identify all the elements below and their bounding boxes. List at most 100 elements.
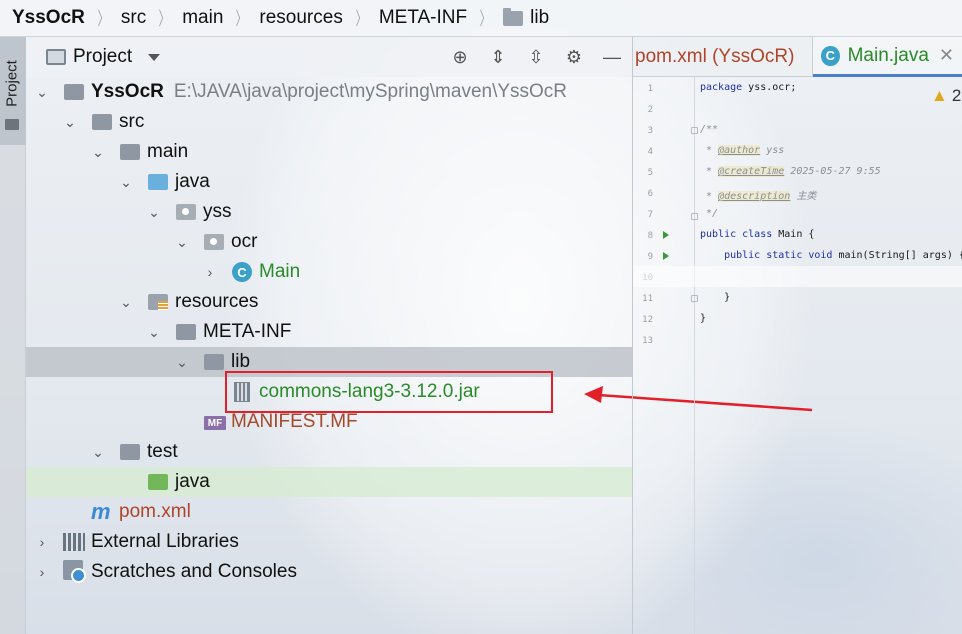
tree-node-pom[interactable]: m pom.xml	[26, 497, 633, 527]
tree-node-label: Scratches and Consoles	[91, 561, 297, 582]
project-panel-header: Project ⊕ ⇕ ⇳ ⚙ —	[26, 37, 633, 77]
breadcrumb-item-main[interactable]: main	[182, 7, 223, 29]
tree-node-scratches[interactable]: › Scratches and Consoles	[26, 557, 633, 587]
breadcrumb-item-yssocr[interactable]: YssOcR	[12, 7, 85, 29]
tree-node-main-class[interactable]: › C Main	[26, 257, 633, 287]
code-line: /**	[700, 124, 719, 135]
line-number: 8	[647, 231, 653, 241]
tree-node-ocr[interactable]: ⌄ ocr	[26, 227, 633, 257]
tree-node-label: Main	[259, 261, 301, 282]
run-icon[interactable]	[663, 231, 669, 239]
warning-count: 2	[951, 86, 962, 105]
tree-node-label: resources	[175, 291, 259, 312]
current-line-highlight	[633, 266, 962, 287]
tree-node-external-libraries[interactable]: › External Libraries	[26, 527, 633, 557]
project-tool-tab[interactable]: Project	[0, 37, 26, 145]
chevron-down-icon[interactable]: ⌄	[35, 84, 49, 100]
tree-node-label: lib	[231, 351, 251, 372]
line-number: 1	[647, 84, 653, 94]
module-path: E:\JAVA\java\project\mySpring\maven\YssO…	[173, 81, 568, 102]
chevron-down-icon[interactable]: ⌄	[119, 294, 133, 310]
gear-icon[interactable]: ⚙	[563, 46, 585, 68]
breadcrumb-item-meta-inf[interactable]: META-INF	[379, 7, 467, 29]
scratches-icon	[63, 560, 86, 583]
chevron-down-icon[interactable]: ⌄	[147, 324, 161, 340]
close-icon[interactable]: ✕	[939, 45, 954, 66]
line-number: 12	[642, 315, 653, 325]
folder-icon	[176, 324, 196, 340]
tree-node-yss[interactable]: ⌄ yss	[26, 197, 633, 227]
tree-node-label: java	[175, 171, 210, 192]
test-folder-icon	[148, 474, 168, 490]
tree-node-meta-inf[interactable]: ⌄ META-INF	[26, 317, 633, 347]
run-icon[interactable]	[663, 252, 669, 260]
chevron-right-icon[interactable]: ›	[35, 564, 49, 580]
code-editor[interactable]: package yss.ocr; /** * @author yss * @cr…	[633, 77, 962, 634]
tree-node-yssocr[interactable]: ⌄ YssOcR E:\JAVA\java\project\mySpring\ma…	[26, 77, 633, 107]
code-line: }	[700, 292, 731, 303]
editor-gutter: 1 2 3 4 5 6 7 8 9 10 11 12 13	[633, 77, 698, 634]
module-folder-icon	[64, 84, 84, 100]
package-icon	[204, 234, 224, 250]
resources-folder-icon	[148, 294, 168, 310]
fold-icon[interactable]	[691, 127, 698, 134]
code-line: public static void main(String[] args) {	[700, 250, 962, 261]
code-line: package yss.ocr;	[700, 82, 797, 93]
tab-label: Main.java	[847, 44, 929, 66]
code-line: * @description 主类	[700, 191, 817, 202]
minimize-icon[interactable]: —	[601, 46, 623, 68]
expand-all-icon[interactable]: ⇕	[487, 46, 509, 68]
chevron-down-icon[interactable]: ⌄	[175, 354, 189, 370]
tree-node-label: yss	[203, 201, 232, 222]
target-icon[interactable]: ⊕	[449, 46, 471, 68]
project-panel-toolbar: ⊕ ⇕ ⇳ ⚙ —	[449, 37, 623, 77]
code-line: }	[700, 313, 707, 324]
chevron-down-icon[interactable]: ⌄	[147, 204, 161, 220]
breadcrumb-item-src[interactable]: src	[121, 7, 146, 29]
breadcrumb-item-resources[interactable]: resources	[259, 7, 342, 29]
tree-node-label: main	[147, 141, 189, 162]
chevron-down-icon[interactable]: ⌄	[91, 144, 105, 160]
tree-node-test[interactable]: ⌄ test	[26, 437, 633, 467]
tab-main-java[interactable]: C Main.java ✕	[813, 37, 962, 77]
chevron-right-icon[interactable]: ›	[203, 264, 217, 280]
package-icon	[176, 204, 196, 220]
project-tree: ⌄ YssOcR E:\JAVA\java\project\mySpring\ma…	[26, 77, 633, 634]
chevron-down-icon[interactable]: ⌄	[119, 174, 133, 190]
tab-label: pom.xml (YssOcR)	[635, 46, 795, 67]
tab-pom-xml[interactable]: pom.xml (YssOcR)	[633, 37, 813, 77]
manifest-icon: MF	[204, 416, 226, 430]
warnings-indicator[interactable]: ▲ 2	[931, 86, 961, 106]
collapse-all-icon[interactable]: ⇳	[525, 46, 547, 68]
tree-node-src[interactable]: ⌄ src	[26, 107, 633, 137]
breadcrumb-item-lib[interactable]: lib	[503, 7, 549, 29]
tree-node-label: java	[175, 471, 210, 492]
tree-node-label: YssOcR E:\JAVA\java\project\mySpring\mave…	[91, 81, 568, 102]
folder-icon	[204, 354, 224, 370]
project-view-icon	[46, 49, 66, 65]
code-line: * @author yss	[700, 145, 785, 156]
line-number: 7	[647, 210, 653, 220]
tree-node-resources[interactable]: ⌄ resources	[26, 287, 633, 317]
tree-node-java-source[interactable]: ⌄ java	[26, 167, 633, 197]
chevron-down-icon[interactable]: ⌄	[63, 114, 77, 130]
tree-node-main[interactable]: ⌄ main	[26, 137, 633, 167]
folder-icon	[92, 114, 112, 130]
folder-icon	[5, 119, 19, 130]
project-view-selector[interactable]: Project	[73, 46, 132, 68]
line-number: 13	[642, 336, 653, 346]
tree-node-label: ocr	[231, 231, 258, 252]
libraries-icon	[63, 533, 85, 551]
chevron-down-icon[interactable]: ⌄	[175, 234, 189, 250]
chevron-down-icon[interactable]: ⌄	[91, 444, 105, 460]
tree-node-label: MANIFEST.MF	[231, 411, 358, 432]
chevron-right-icon[interactable]: ›	[35, 534, 49, 550]
code-line: */	[700, 208, 719, 219]
line-number: 5	[647, 168, 653, 178]
chevron-down-icon[interactable]	[148, 53, 161, 61]
code-line: public class Main {	[700, 229, 815, 240]
fold-icon[interactable]	[691, 295, 698, 302]
tree-node-label: pom.xml	[119, 501, 191, 522]
fold-icon[interactable]	[691, 213, 698, 220]
tree-node-java-test[interactable]: java	[26, 467, 633, 497]
